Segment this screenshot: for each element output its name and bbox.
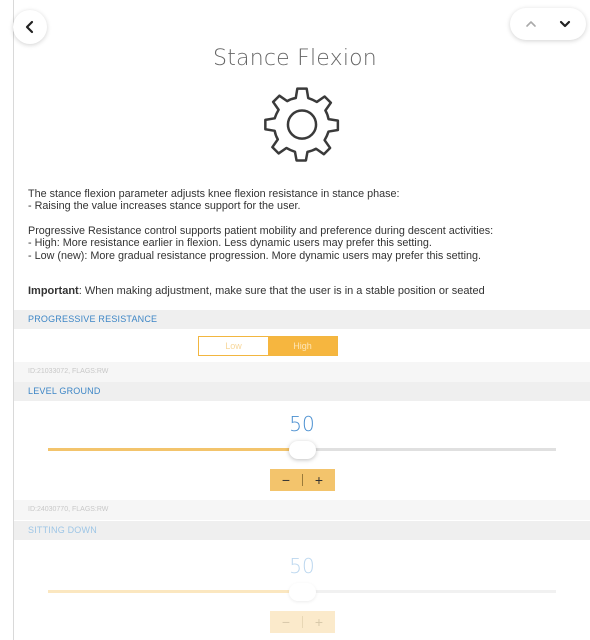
level-ground-slider-thumb[interactable] (288, 441, 316, 459)
section-header-sitting-down: SITTING DOWN (14, 521, 590, 540)
decrement-button[interactable]: − (270, 611, 302, 633)
level-ground-value: 50 (289, 412, 315, 436)
important-label: Important (28, 285, 79, 297)
section-header-progressive-resistance: PROGRESSIVE RESISTANCE (14, 310, 590, 329)
chevron-left-icon (25, 20, 34, 34)
gear-icon (264, 87, 340, 162)
slider-fill (48, 448, 302, 451)
parameter-id: ID:24030770, FLAGS:RW (14, 500, 590, 520)
sitting-down-stepper: − + (270, 611, 335, 633)
important-note: Important: When making adjustment, make … (28, 285, 485, 297)
section-header-level-ground: LEVEL GROUND (14, 382, 590, 401)
previous-button[interactable] (518, 12, 544, 36)
option-low[interactable]: Low (199, 337, 268, 355)
decrement-button[interactable]: − (270, 469, 302, 491)
increment-button[interactable]: + (303, 469, 335, 491)
description: The stance flexion parameter adjusts kne… (28, 188, 583, 262)
description-line: Progressive Resistance control supports … (28, 224, 494, 237)
slider-fill (48, 590, 302, 593)
increment-button[interactable]: + (303, 611, 335, 633)
description-line: The stance flexion parameter adjusts kne… (28, 188, 400, 200)
chevron-up-icon (526, 21, 536, 27)
description-line: - High: More resistance earlier in flexi… (28, 237, 432, 250)
chevron-down-icon (559, 20, 571, 28)
progressive-resistance-toggle: Low High (198, 336, 338, 356)
option-high[interactable]: High (268, 337, 337, 355)
description-line: - Raising the value increases stance sup… (28, 200, 301, 213)
level-ground-stepper: − + (270, 469, 335, 491)
sitting-down-value: 50 (289, 554, 315, 578)
sitting-down-slider-thumb[interactable] (288, 583, 316, 601)
back-button[interactable] (13, 10, 47, 44)
page-title: Stance Flexion (213, 46, 377, 71)
parameter-id: ID:21033072, FLAGS:RW (14, 362, 590, 382)
next-button[interactable] (552, 12, 578, 36)
description-line: - Low (new): More gradual resistance pro… (28, 249, 482, 262)
important-text: : When making adjustment, make sure that… (78, 285, 485, 297)
record-navigation (510, 8, 586, 40)
